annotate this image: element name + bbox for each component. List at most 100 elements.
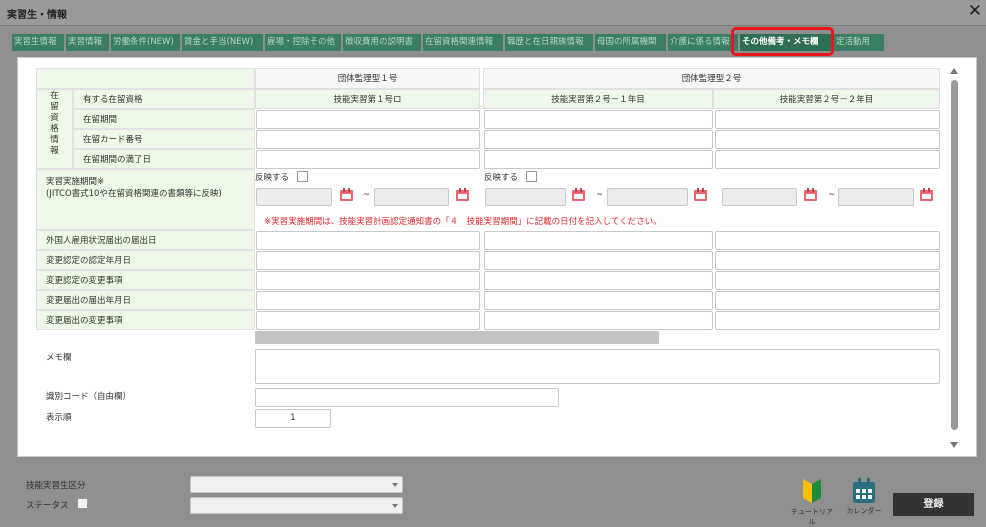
scroll-down-icon[interactable] [950, 442, 958, 448]
section-char: 資 [50, 113, 59, 123]
section-char: 留 [50, 102, 59, 112]
qualification-label: 有する在留資格 [73, 89, 255, 109]
card-number-input-1[interactable] [256, 130, 480, 149]
id-code-label: 識別コード（自由欄） [46, 392, 132, 402]
section-char: 在 [50, 91, 59, 101]
close-icon[interactable]: ✕ [968, 1, 982, 21]
beginner-mark-icon [803, 479, 821, 503]
row-label-stay-period: 在留期間 [73, 109, 255, 129]
tab-specified-activities[interactable]: 定活動用 [834, 34, 884, 51]
period-start-3[interactable] [722, 188, 797, 206]
calendar-icon[interactable] [340, 188, 353, 201]
section-residence-label: 在 留 資 格 情 報 [36, 89, 73, 169]
tab-care-info[interactable]: 介護に係る情報 [668, 34, 738, 51]
tutorial-label: チュートリアル [791, 508, 833, 526]
change-cert-date-input-2[interactable] [484, 251, 713, 270]
employment-report-input-3[interactable] [715, 231, 940, 250]
calendar-icon[interactable] [456, 188, 469, 201]
change-report-date-input-1[interactable] [256, 291, 480, 310]
status-select[interactable] [190, 497, 403, 514]
window-title-bar: 実習生・情報 ✕ [0, 0, 986, 26]
tab-career-relatives[interactable]: 職歴と在日親族情報 [505, 34, 593, 51]
tilde: ~ [596, 190, 604, 200]
card-number-input-3[interactable] [715, 130, 940, 149]
display-order-label: 表示順 [46, 413, 72, 423]
tab-residence-status[interactable]: 在留資格関連情報 [423, 34, 503, 51]
reflect-checkbox-2[interactable] [526, 171, 537, 182]
section-char: 情 [50, 135, 59, 145]
section-char: 格 [50, 124, 59, 134]
change-cert-date-input-3[interactable] [715, 251, 940, 270]
employment-report-input-1[interactable] [256, 231, 480, 250]
calendar-tool-icon [853, 478, 875, 503]
row-label-card-number: 在留カード番号 [73, 129, 255, 149]
tab-fee-explanation[interactable]: 徴収費用の説明書 [343, 34, 421, 51]
change-report-date-input-2[interactable] [484, 291, 713, 310]
calendar-icon[interactable] [920, 188, 933, 201]
status-checkbox[interactable] [77, 498, 88, 509]
status-label: ステータス [26, 501, 69, 511]
window-title: 実習生・情報 [7, 10, 67, 21]
tutorial-button[interactable]: チュートリアル [790, 477, 834, 527]
period-end-1[interactable] [374, 188, 449, 206]
scroll-thumb[interactable] [951, 80, 958, 430]
qualification-col1: 技能実習第１号ロ [255, 89, 480, 109]
group1-header: 団体監理型１号 [255, 68, 480, 89]
period-start-2[interactable] [485, 188, 566, 206]
memo-textarea[interactable] [255, 349, 940, 384]
employment-report-input-2[interactable] [484, 231, 713, 250]
period-end-3[interactable] [838, 188, 914, 206]
change-report-items-input-2[interactable] [484, 311, 713, 330]
row-label-change-report-items: 変更届出の変更事項 [36, 310, 255, 330]
period-start-1[interactable] [256, 188, 332, 206]
stay-period-input-2[interactable] [484, 110, 713, 129]
chevron-down-icon [392, 504, 398, 508]
tab-labor-conditions[interactable]: 労働条件(NEW) [111, 34, 180, 51]
table-corner [36, 68, 255, 89]
card-number-input-2[interactable] [484, 130, 713, 149]
change-cert-items-input-3[interactable] [715, 271, 940, 290]
period-label-main: 実習実施期間※ [46, 177, 105, 187]
stay-period-input-3[interactable] [715, 110, 940, 129]
group2-header: 団体監理型２号 [483, 68, 940, 89]
memo-label: メモ欄 [46, 353, 72, 363]
calendar-icon[interactable] [572, 188, 585, 201]
vertical-scrollbar[interactable] [950, 66, 959, 448]
horizontal-scrollbar-thumb[interactable] [255, 331, 659, 344]
reflect-label-1: 反映する [255, 173, 290, 183]
display-order-input[interactable]: 1 [255, 409, 331, 428]
expiry-input-2[interactable] [484, 150, 713, 169]
scroll-up-icon[interactable] [950, 68, 958, 74]
period-end-2[interactable] [607, 188, 688, 206]
id-code-input[interactable] [255, 388, 559, 407]
tab-home-institution[interactable]: 母国の所属機関 [595, 34, 666, 51]
expiry-input-1[interactable] [256, 150, 480, 169]
reflect-checkbox-1[interactable] [297, 171, 308, 182]
calendar-icon[interactable] [694, 188, 707, 201]
row-label-change-report-date: 変更届出の届出年月日 [36, 290, 255, 310]
stay-period-input-1[interactable] [256, 110, 480, 129]
tab-trainee-info[interactable]: 実習生情報 [12, 34, 64, 51]
change-cert-items-input-1[interactable] [256, 271, 480, 290]
tab-wages[interactable]: 賃金と手当(NEW) [182, 34, 263, 51]
qualification-col2: 技能実習第２号－１年目 [483, 89, 713, 109]
category-select[interactable] [190, 476, 403, 493]
change-report-date-input-3[interactable] [715, 291, 940, 310]
active-tab-highlight [731, 27, 834, 56]
calendar-icon[interactable] [804, 188, 817, 201]
reflect-label-2: 反映する [484, 173, 519, 183]
expiry-input-3[interactable] [715, 150, 940, 169]
category-label: 技能実習生区分 [26, 481, 86, 491]
chevron-down-icon [392, 483, 398, 487]
tab-training-info[interactable]: 実習情報 [66, 34, 109, 51]
period-label: 実習実施期間※ (JITCO書式10や在留資格関連の書類等に反映) [36, 169, 255, 230]
calendar-label: カレンダー [846, 507, 882, 515]
change-report-items-input-1[interactable] [256, 311, 480, 330]
change-report-items-input-3[interactable] [715, 311, 940, 330]
change-cert-items-input-2[interactable] [484, 271, 713, 290]
calendar-button[interactable]: カレンダー [842, 478, 886, 516]
tab-deductions[interactable]: 雇場・控除その他 [265, 34, 341, 51]
register-button[interactable]: 登録 [893, 493, 974, 516]
change-cert-date-input-1[interactable] [256, 251, 480, 270]
row-label-change-cert-items: 変更認定の変更事項 [36, 270, 255, 290]
